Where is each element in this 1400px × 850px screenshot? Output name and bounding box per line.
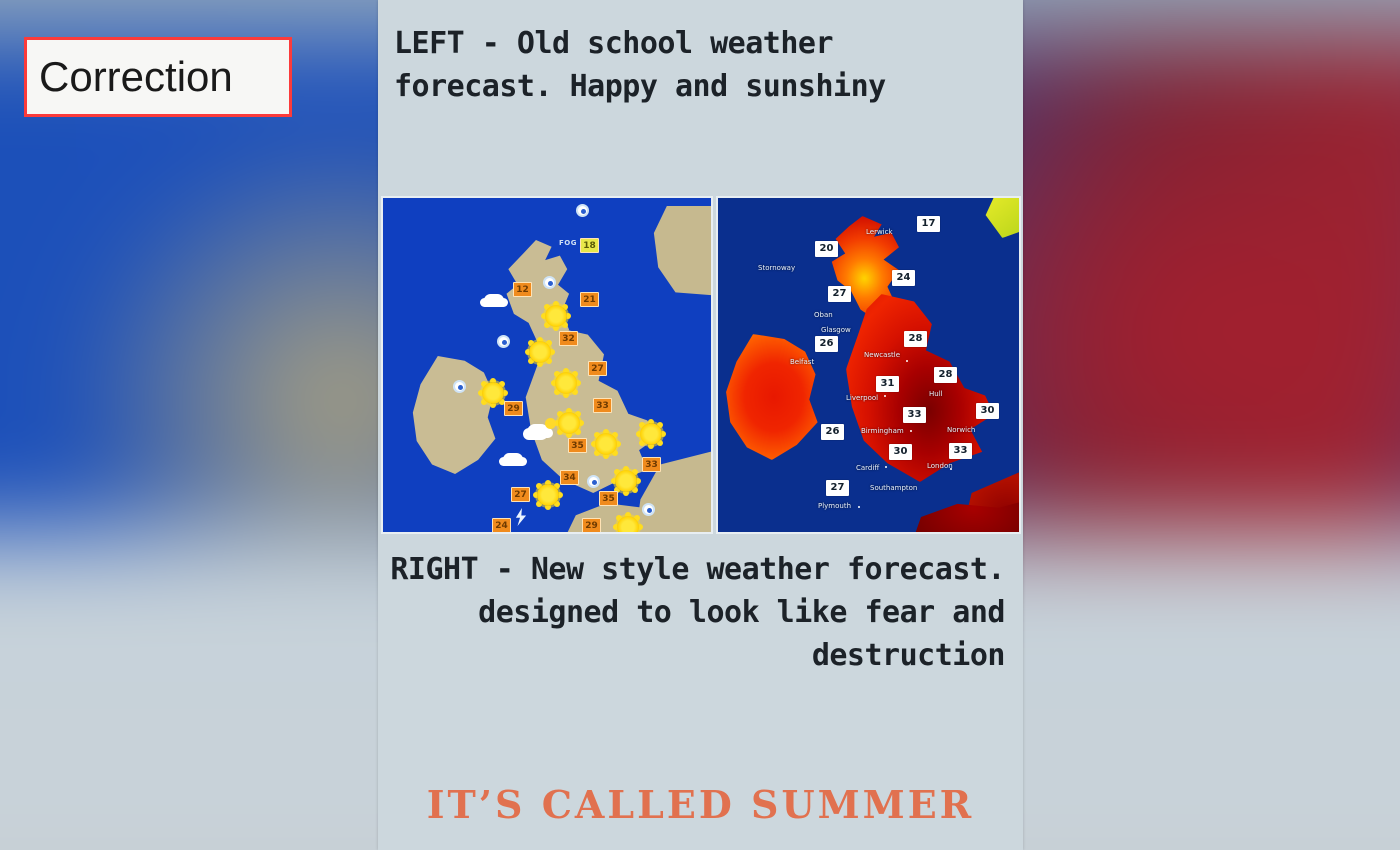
sun-icon [537, 484, 559, 506]
city-temp-badge-stornoway: 20 [815, 241, 838, 257]
summer-tagline: IT’S CALLED SUMMER [426, 782, 975, 827]
city-temp-badge-lerwick: 17 [917, 216, 940, 232]
city-temp-badge-24: 24 [892, 270, 915, 286]
city-label-birmingham: Birmingham [861, 427, 904, 435]
city-marker [906, 360, 908, 362]
city-temp-badge-27: 27 [828, 286, 851, 302]
city-marker [885, 466, 887, 468]
city-label-southampton: Southampton [870, 484, 918, 492]
temp-badge: 24 [492, 518, 511, 532]
old-school-forecast-map: FOG 18 12 21 32 27 33 29 35 33 34 27 35 … [381, 196, 713, 534]
city-label-oban: Oban [814, 311, 833, 319]
sun-icon [595, 433, 617, 455]
temp-badge: 35 [568, 438, 587, 453]
temp-badge: 27 [511, 487, 530, 502]
city-marker [910, 430, 912, 432]
temp-badge: 21 [580, 292, 599, 307]
city-label-cardiff: Cardiff [856, 464, 880, 472]
cloud-icon [484, 294, 504, 307]
temp-badge: 33 [593, 398, 612, 413]
sun-cloud-icon [453, 380, 466, 393]
temp-badge: 34 [560, 470, 579, 485]
city-label-glasgow: Glasgow [821, 326, 851, 334]
temp-badge: 29 [582, 518, 601, 532]
sun-icon [555, 372, 577, 394]
sun-icon [558, 412, 580, 434]
city-label-london: London [927, 462, 953, 470]
correction-label: Correction [39, 53, 233, 100]
city-marker [884, 395, 886, 397]
city-temp-badge-birmingham: 33 [903, 407, 926, 423]
temp-badge: 35 [599, 491, 618, 506]
sun-icon [529, 341, 551, 363]
sun-icon [617, 516, 639, 532]
lightning-icon [515, 508, 527, 526]
sun-cloud-icon [543, 276, 556, 289]
meme-panel: LEFT - Old school weather forecast. Happ… [378, 0, 1023, 850]
city-temp-badge-26: 26 [821, 424, 844, 440]
sun-cloud-icon [587, 475, 600, 488]
correction-badge: Correction [24, 37, 292, 117]
city-label-stornoway: Stornoway [758, 264, 796, 272]
sun-icon [640, 423, 662, 445]
city-label-hull: Hull [929, 390, 943, 398]
city-temp-badge-norwich: 30 [976, 403, 999, 419]
landmass-europe-north [653, 206, 711, 296]
temp-badge: 29 [504, 401, 523, 416]
city-temp-badge-liverpool: 31 [876, 376, 899, 392]
cloud-icon [503, 453, 523, 466]
city-label-lerwick: Lerwick [866, 228, 893, 236]
temp-badge: 18 [580, 238, 599, 253]
city-temp-badge-cardiff: 30 [889, 444, 912, 460]
city-label-belfast: Belfast [790, 358, 815, 366]
fog-label: FOG [559, 239, 577, 247]
heat-ireland [726, 334, 818, 460]
city-temp-badge-plymouth: 27 [826, 480, 849, 496]
temp-badge: 27 [588, 361, 607, 376]
city-label-liverpool: Liverpool [846, 394, 879, 402]
city-label-norwich: Norwich [947, 426, 976, 434]
city-temp-badge-belfast: 26 [815, 336, 838, 352]
weather-maps-row: FOG 18 12 21 32 27 33 29 35 33 34 27 35 … [381, 196, 1021, 536]
sun-icon [615, 470, 637, 492]
city-label-newcastle: Newcastle [864, 351, 901, 359]
city-marker [950, 468, 952, 470]
bottom-caption-text: RIGHT - New style weather forecast. desi… [390, 552, 1005, 674]
new-style-heat-map: Lerwick Stornoway Oban Glasgow Belfast N… [716, 196, 1021, 534]
city-marker [858, 506, 860, 508]
city-temp-badge-london: 33 [949, 443, 972, 459]
sun-icon [482, 382, 504, 404]
sun-cloud-icon [497, 335, 510, 348]
city-temp-badge-newcastle: 28 [904, 331, 927, 347]
top-caption-text: LEFT - Old school weather forecast. Happ… [394, 26, 886, 105]
heat-europe-north [985, 198, 1019, 238]
city-label-plymouth: Plymouth [818, 502, 852, 510]
sun-icon [545, 305, 567, 327]
temp-badge: 12 [513, 282, 532, 297]
sun-cloud-icon [576, 204, 589, 217]
temp-badge: 32 [559, 331, 578, 346]
sun-cloud-icon [527, 418, 556, 440]
landmass-ireland [412, 356, 496, 474]
city-temp-badge-hull: 28 [934, 367, 957, 383]
sun-cloud-icon [642, 503, 655, 516]
temp-badge: 33 [642, 457, 661, 472]
